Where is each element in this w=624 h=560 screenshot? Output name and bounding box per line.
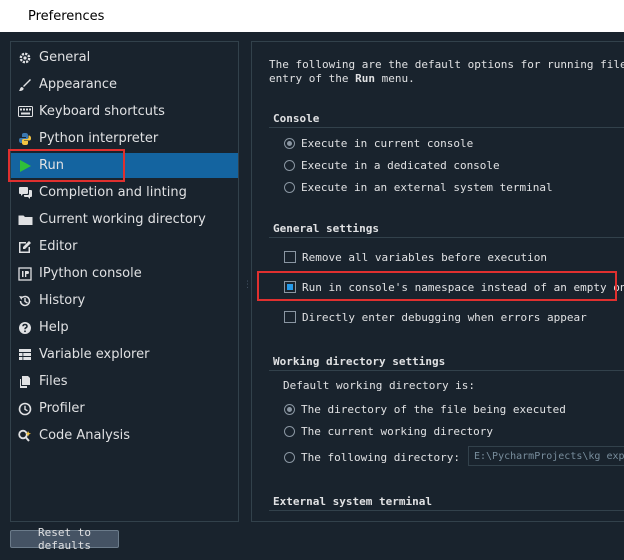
files-icon xyxy=(17,374,33,390)
working-directory-group-title: Working directory settings xyxy=(273,355,446,368)
radio-execute-dedicated-console[interactable]: Execute in a dedicated console xyxy=(284,157,500,173)
console-group-title: Console xyxy=(273,112,320,125)
run-settings-panel: The following are the default options fo… xyxy=(251,41,624,522)
code-analysis-icon xyxy=(17,428,33,444)
window-title-bar: Preferences xyxy=(0,0,624,32)
sidebar-item-label: Run xyxy=(39,158,64,173)
sidebar-item-label: Profiler xyxy=(39,401,85,416)
external-group-divider xyxy=(269,510,624,512)
sidebar-item-label: Completion and linting xyxy=(39,185,187,200)
sidebar-item-keyboard-shortcuts[interactable]: Keyboard shortcuts xyxy=(11,99,238,124)
sidebar-item-appearance[interactable]: Appearance xyxy=(11,72,238,97)
external-terminal-group-title: External system terminal xyxy=(273,495,432,508)
play-icon xyxy=(17,158,33,174)
sidebar-item-current-working-directory[interactable]: Current working directory xyxy=(11,207,238,232)
table-icon xyxy=(17,347,33,363)
sidebar-item-label: Files xyxy=(39,374,68,389)
checkbox[interactable] xyxy=(284,251,296,263)
gear-icon xyxy=(17,50,33,66)
sidebar-item-label: Editor xyxy=(39,239,78,254)
sidebar-item-python-interpreter[interactable]: Python interpreter xyxy=(11,126,238,151)
python-icon xyxy=(17,131,33,147)
intro-text: The following are the default options fo… xyxy=(269,58,624,85)
sidebar-item-label: Help xyxy=(39,320,69,335)
console-group-divider xyxy=(269,127,624,129)
sidebar-item-label: Current working directory xyxy=(39,212,206,227)
edit-icon xyxy=(17,239,33,255)
clock-icon xyxy=(17,401,33,417)
sidebar-item-label: Variable explorer xyxy=(39,347,150,362)
sidebar-item-run[interactable]: Run xyxy=(11,153,238,178)
sidebar-item-label: Appearance xyxy=(39,77,118,92)
radio-button[interactable] xyxy=(284,159,295,171)
radio-button[interactable] xyxy=(284,137,295,149)
sidebar-item-label: Python interpreter xyxy=(39,131,159,146)
sidebar-item-ipython-console[interactable]: IPython console xyxy=(11,261,238,286)
sidebar-item-label: Code Analysis xyxy=(39,428,130,443)
sidebar-item-label: General xyxy=(39,50,91,65)
radio-button[interactable] xyxy=(284,451,295,463)
sidebar-item-completion-and-linting[interactable]: Completion and linting xyxy=(11,180,238,205)
following-directory-input[interactable] xyxy=(468,446,624,466)
radio-execute-current-console[interactable]: Execute in current console xyxy=(284,135,473,151)
history-icon xyxy=(17,293,33,309)
workdir-group-divider xyxy=(269,370,624,372)
sidebar-item-label: IPython console xyxy=(39,266,142,281)
help-icon xyxy=(17,320,33,336)
default-working-directory-label: Default working directory is: xyxy=(283,379,476,392)
sidebar-item-code-analysis[interactable]: Code Analysis xyxy=(11,423,238,448)
sidebar-item-editor[interactable]: Editor xyxy=(11,234,238,259)
sidebar-item-variable-explorer[interactable]: Variable explorer xyxy=(11,342,238,367)
radio-directory-of-file[interactable]: The directory of the file being executed xyxy=(284,401,566,417)
window-title: Preferences xyxy=(28,8,105,24)
checkbox-run-in-console-namespace[interactable]: Run in console's namespace instead of an… xyxy=(284,279,624,295)
keyboard-icon xyxy=(17,104,33,120)
general-group-divider xyxy=(269,237,624,239)
console-icon xyxy=(17,266,33,282)
sidebar-item-help[interactable]: Help xyxy=(11,315,238,340)
sidebar-item-profiler[interactable]: Profiler xyxy=(11,396,238,421)
general-settings-group-title: General settings xyxy=(273,222,379,235)
checkbox-remove-variables[interactable]: Remove all variables before execution xyxy=(284,249,547,265)
radio-execute-external-terminal[interactable]: Execute in an external system terminal xyxy=(284,179,553,195)
sidebar-item-general[interactable]: General xyxy=(11,45,238,70)
checkbox[interactable] xyxy=(284,311,296,323)
sidebar-item-label: Keyboard shortcuts xyxy=(39,104,165,119)
radio-button[interactable] xyxy=(284,403,295,415)
folder-icon xyxy=(17,212,33,228)
sidebar-item-history[interactable]: History xyxy=(11,288,238,313)
sidebar-item-label: History xyxy=(39,293,86,308)
checkbox[interactable] xyxy=(284,281,296,293)
radio-button[interactable] xyxy=(284,425,295,437)
preferences-sidebar: General Appearance Keyboard shortcuts Py… xyxy=(10,41,239,522)
radio-current-working-directory[interactable]: The current working directory xyxy=(284,423,493,439)
splitter-handle[interactable]: ⋮ xyxy=(243,280,252,290)
sidebar-item-files[interactable]: Files xyxy=(11,369,238,394)
brush-icon xyxy=(17,77,33,93)
reset-to-defaults-button[interactable]: Reset to defaults xyxy=(10,526,119,552)
radio-following-directory[interactable]: The following directory: xyxy=(284,449,460,465)
chat-bubble-icon xyxy=(17,185,33,201)
radio-button[interactable] xyxy=(284,181,295,193)
checkbox-enter-debugging[interactable]: Directly enter debugging when errors app… xyxy=(284,309,587,325)
